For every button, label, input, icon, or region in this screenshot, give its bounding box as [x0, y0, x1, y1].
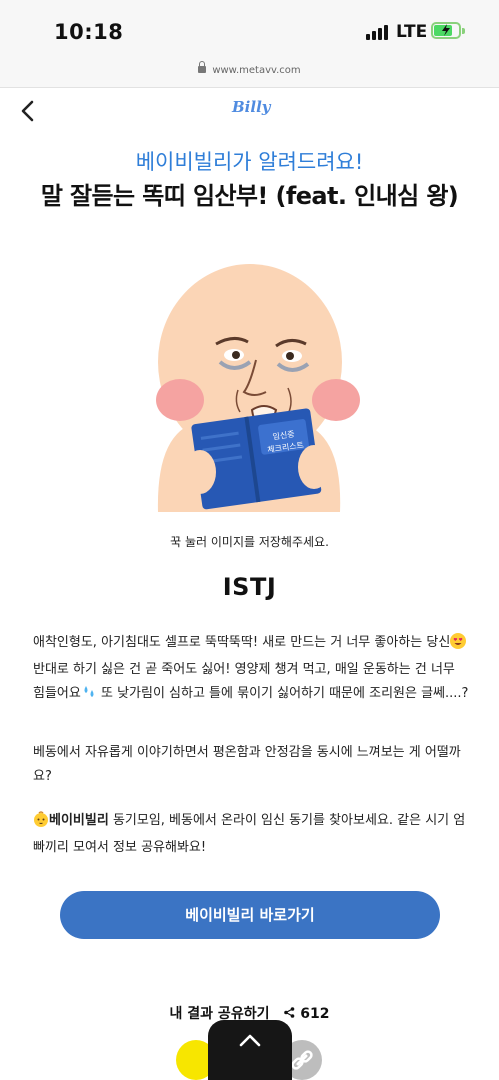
- battery-icon: [431, 22, 465, 39]
- app-nav: Billy: [0, 90, 499, 134]
- chevron-left-icon: [21, 100, 34, 122]
- result-description-1-part-a: 애착인형도, 아기침대도 셀프로 뚝딱뚝딱! 새로 만드는 거 너무 좋아하는 …: [33, 635, 451, 650]
- scroll-to-top-button[interactable]: [208, 1020, 292, 1080]
- url-text: www.metavv.com: [212, 65, 301, 76]
- url-bar[interactable]: www.metavv.com: [0, 58, 499, 88]
- result-illustration[interactable]: 임신중 체크리스트: [138, 262, 360, 512]
- sweat-droplets-emoji-icon: [81, 684, 97, 709]
- mbti-type: ISTJ: [222, 573, 277, 601]
- result-subtitle: 베이비빌리가 알려드려요!: [135, 150, 364, 174]
- heart-eyes-emoji-icon: [450, 633, 467, 658]
- network-label: LTE: [396, 22, 428, 42]
- result-description-1: 애착인형도, 아기침대도 셀프로 뚝딱뚝딱! 새로 만드는 거 너무 좋아하는 …: [33, 631, 469, 709]
- result-description-2: 베동에서 자유롭게 이야기하면서 평온함과 안정감을 동시에 느껴보는 게 어떨…: [33, 745, 461, 784]
- save-image-hint: 꾹 눌러 이미지를 저장해주세요.: [170, 535, 329, 549]
- status-bar: 10:18 LTE: [0, 0, 499, 58]
- baby-emoji-icon: [33, 811, 49, 836]
- back-button[interactable]: [17, 96, 39, 126]
- result-description-1-part-c: 또 낮가림이 심하고 틀에 묶이기 싫어하기 때문에 조리원은 글쎄....?: [96, 686, 469, 701]
- share-icon: [284, 1007, 295, 1018]
- result-description-3: 베이비빌리 동기모임, 베동에서 온라이 임신 동기를 찾아보세요. 같은 시기…: [33, 809, 469, 860]
- go-to-babybilly-button[interactable]: 베이비빌리 바로가기: [60, 891, 440, 939]
- signal-icon: [366, 24, 390, 40]
- result-title: 말 잘듣는 똑띠 임산부! (feat. 인내심 왕): [40, 182, 459, 210]
- billy-logo: Billy: [232, 98, 271, 116]
- chevron-up-icon: [239, 1034, 261, 1047]
- status-time: 10:18: [54, 20, 124, 44]
- lock-icon: [198, 61, 207, 73]
- brand-name: 베이비빌리: [49, 813, 109, 828]
- share-count-value: 612: [300, 1006, 330, 1022]
